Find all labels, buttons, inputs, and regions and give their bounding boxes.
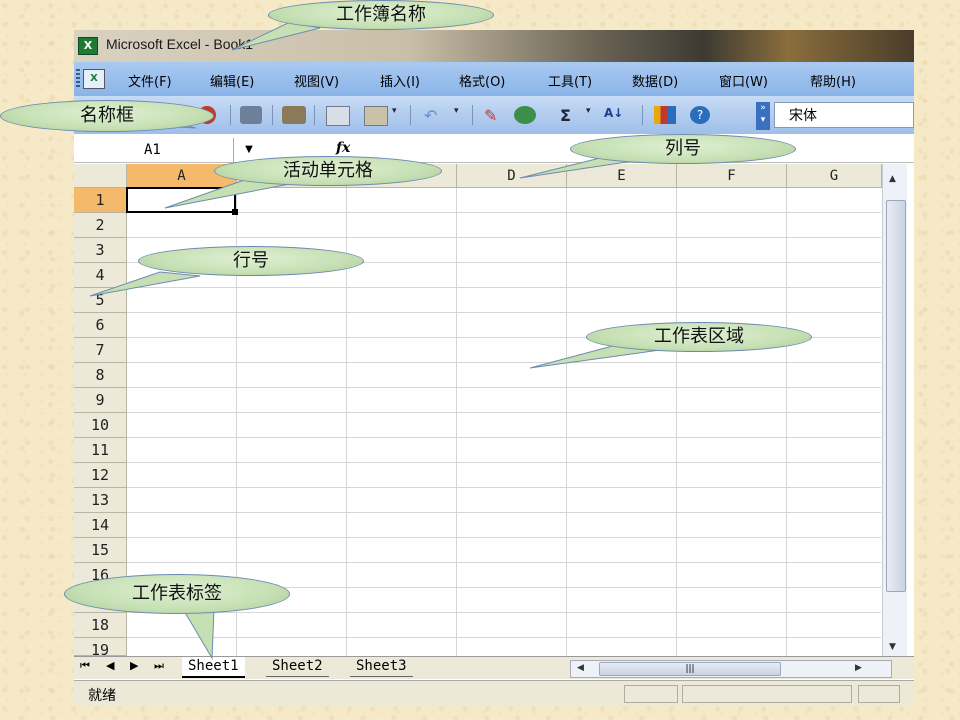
menu-insert[interactable]: 插入(I): [380, 71, 420, 90]
status-panel: [858, 685, 900, 703]
column-header[interactable]: D: [457, 164, 567, 188]
paste-dropdown-icon[interactable]: ▾: [392, 106, 402, 124]
draw-icon[interactable]: ✎: [484, 106, 506, 125]
callout-column-label: 列号: [570, 134, 796, 164]
row-header[interactable]: 12: [74, 463, 127, 488]
row-header[interactable]: 13: [74, 488, 127, 513]
menu-view[interactable]: 视图(V): [294, 71, 339, 90]
status-panel: [682, 685, 852, 703]
callout-workbook-name: 工作簿名称: [268, 0, 494, 30]
row-header[interactable]: 10: [74, 413, 127, 438]
toolbar-separator: [314, 105, 315, 125]
document-icon[interactable]: X: [83, 69, 105, 89]
hyperlink-icon[interactable]: [514, 106, 536, 124]
column-header[interactable]: E: [567, 164, 677, 188]
toolbar-separator: [230, 105, 231, 125]
row-header[interactable]: 6: [74, 313, 127, 338]
autosum-dropdown-icon[interactable]: ▾: [586, 106, 596, 124]
row-header[interactable]: 15: [74, 538, 127, 563]
vertical-scroll-thumb[interactable]: [886, 200, 906, 592]
print-icon[interactable]: [240, 106, 262, 124]
sheet-tab-sheet3[interactable]: Sheet3: [350, 657, 413, 677]
row-header[interactable]: 18: [74, 613, 127, 638]
callout-active-cell: 活动单元格: [214, 156, 442, 186]
column-header[interactable]: F: [677, 164, 787, 188]
toolbar-separator: [410, 105, 411, 125]
font-name-box[interactable]: 宋体: [774, 102, 914, 128]
undo-dropdown-icon[interactable]: ▾: [454, 106, 464, 124]
toolbar-separator: [272, 105, 273, 125]
callout-name-box: 名称框: [0, 100, 214, 132]
sheet-tab-sheet1[interactable]: Sheet1: [182, 657, 245, 678]
paste-icon[interactable]: [364, 106, 388, 126]
last-sheet-icon[interactable]: ⏭: [154, 659, 164, 673]
toolbar-options-icon[interactable]: » ▾: [756, 102, 770, 130]
menu-help[interactable]: 帮助(H): [810, 71, 856, 90]
callout-sheet-area: 工作表区域: [586, 322, 812, 352]
name-box[interactable]: A1: [74, 138, 234, 162]
callout-row-label: 行号: [138, 246, 364, 276]
row-header[interactable]: 7: [74, 338, 127, 363]
status-text: 就绪: [88, 688, 116, 704]
scroll-up-icon[interactable]: ▲: [889, 174, 896, 184]
scroll-down-icon[interactable]: ▼: [889, 642, 896, 652]
column-header[interactable]: G: [787, 164, 882, 188]
active-cell[interactable]: [126, 187, 238, 215]
menu-bar: X 文件(F) 编辑(E) 视图(V) 插入(I) 格式(O) 工具(T) 数据…: [74, 62, 914, 96]
chart-wizard-icon[interactable]: [654, 106, 676, 124]
excel-icon: X: [78, 37, 98, 55]
row-header[interactable]: 19: [74, 638, 127, 659]
menu-edit[interactable]: 编辑(E): [210, 71, 254, 90]
toolbar-separator: [472, 105, 473, 125]
fx-icon[interactable]: fx: [336, 140, 350, 156]
scroll-right-icon[interactable]: ▶: [855, 663, 862, 673]
sheet-tabs-bar: ⏮ ◀ ▶ ⏭ Sheet1 Sheet2 Sheet3 ◀ ||| ▶: [74, 656, 914, 679]
sheet-tab-sheet2[interactable]: Sheet2: [266, 657, 329, 677]
menu-window[interactable]: 窗口(W): [719, 71, 768, 90]
row-header[interactable]: 4: [74, 263, 127, 288]
title-bar: X Microsoft Excel - Book1: [74, 30, 914, 62]
status-bar: 就绪: [74, 680, 914, 706]
row-header[interactable]: 5: [74, 288, 127, 313]
help-icon[interactable]: ?: [690, 106, 710, 124]
row-header[interactable]: 8: [74, 363, 127, 388]
horizontal-scrollbar[interactable]: ◀ ||| ▶: [570, 660, 892, 678]
prev-sheet-icon[interactable]: ◀: [106, 659, 114, 672]
row-header[interactable]: 2: [74, 213, 127, 238]
menu-file[interactable]: 文件(F): [128, 71, 172, 90]
copy-icon[interactable]: [326, 106, 350, 126]
row-header[interactable]: 1: [74, 188, 127, 213]
menu-grip-icon[interactable]: [76, 69, 80, 89]
first-sheet-icon[interactable]: ⏮: [80, 659, 90, 673]
toolbar-separator: [642, 105, 643, 125]
fx-label: fx: [336, 140, 351, 156]
row-header[interactable]: 11: [74, 438, 127, 463]
row-header[interactable]: 3: [74, 238, 127, 263]
window-title: Microsoft Excel - Book1: [106, 36, 254, 52]
select-all-corner[interactable]: [74, 164, 127, 188]
status-panel: [624, 685, 678, 703]
vertical-scrollbar[interactable]: ▲ ▼: [882, 164, 907, 659]
menu-tools[interactable]: 工具(T): [548, 71, 592, 90]
row-header[interactable]: 9: [74, 388, 127, 413]
sort-ascending-icon[interactable]: A↓: [604, 106, 626, 124]
row-header[interactable]: 14: [74, 513, 127, 538]
scroll-left-icon[interactable]: ◀: [577, 663, 584, 673]
menu-format[interactable]: 格式(O): [459, 71, 505, 90]
print-preview-icon[interactable]: [282, 106, 306, 124]
callout-sheet-tab: 工作表标签: [64, 574, 290, 614]
undo-icon[interactable]: ↶: [424, 106, 444, 125]
autosum-icon[interactable]: Σ: [560, 106, 576, 125]
menu-data[interactable]: 数据(D): [632, 71, 678, 90]
horizontal-scroll-thumb[interactable]: |||: [599, 662, 781, 676]
next-sheet-icon[interactable]: ▶: [130, 659, 138, 672]
